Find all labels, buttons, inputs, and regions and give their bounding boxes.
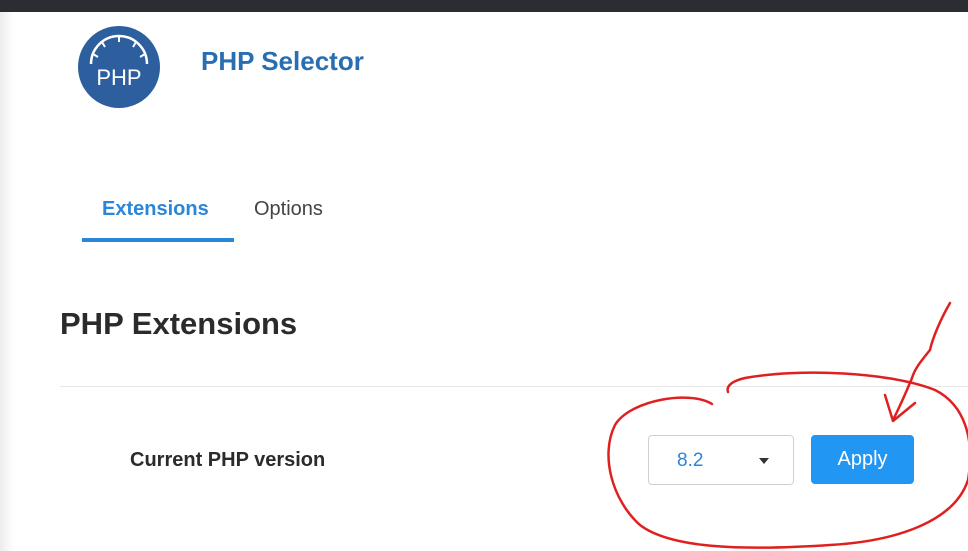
php-version-select[interactable]: 8.2 — [648, 435, 794, 485]
app-title: PHP Selector — [201, 46, 364, 76]
tab-extensions[interactable]: Extensions — [102, 198, 209, 221]
annotation-arrow-head — [883, 393, 917, 423]
chevron-down-icon — [759, 458, 769, 464]
logo-text: PHP — [96, 65, 141, 90]
left-edge-shadow — [0, 12, 14, 551]
apply-button[interactable]: Apply — [811, 435, 914, 484]
current-php-version-label: Current PHP version — [130, 449, 326, 471]
top-bar — [0, 0, 968, 12]
section-title: PHP Extensions — [60, 306, 298, 341]
tab-options[interactable]: Options — [254, 198, 323, 221]
php-logo-icon: PHP — [78, 26, 160, 108]
active-tab-underline — [82, 238, 234, 242]
annotation-arrow-shaft — [891, 301, 952, 422]
php-version-value: 8.2 — [677, 450, 704, 471]
section-divider — [60, 386, 968, 387]
